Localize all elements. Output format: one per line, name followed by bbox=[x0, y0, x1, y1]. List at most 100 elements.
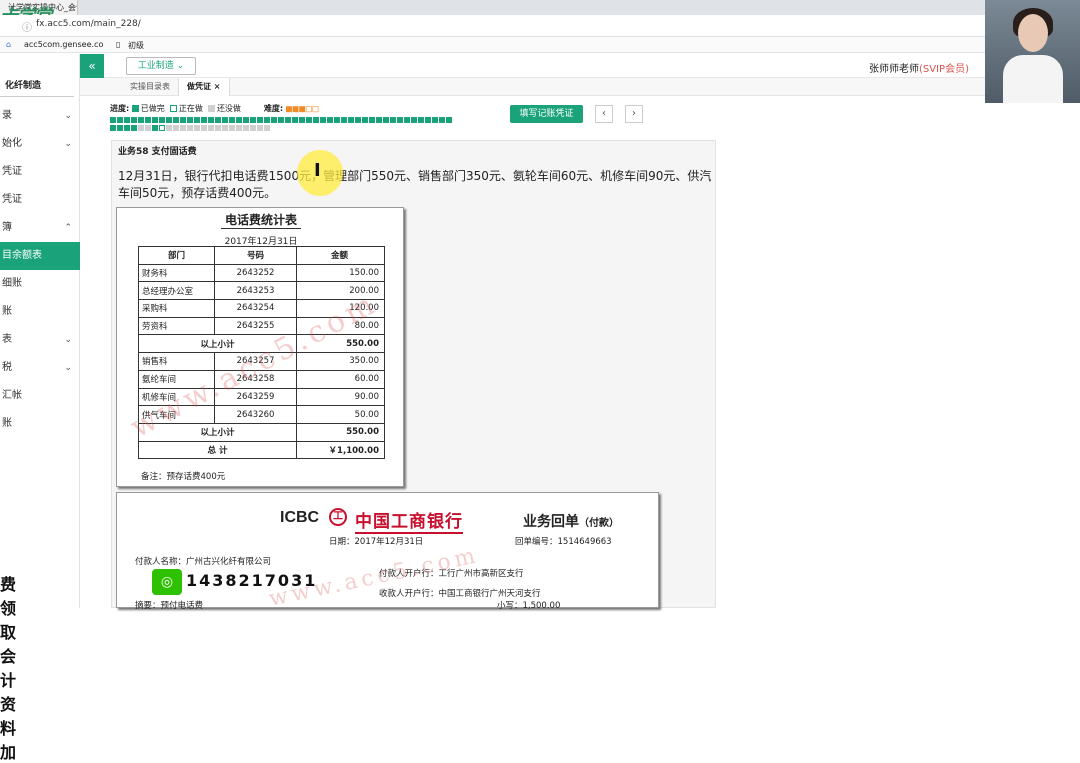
sidebar-item[interactable]: 凭证 bbox=[0, 186, 80, 214]
progress-cell[interactable] bbox=[208, 117, 214, 123]
progress-cell[interactable] bbox=[201, 117, 207, 123]
progress-cell[interactable] bbox=[243, 117, 249, 123]
progress-cell[interactable] bbox=[397, 117, 403, 123]
progress-cell[interactable] bbox=[117, 125, 123, 131]
progress-cell[interactable] bbox=[201, 125, 207, 131]
progress-cell[interactable] bbox=[355, 117, 361, 123]
progress-cell[interactable] bbox=[117, 117, 123, 123]
progress-cell[interactable] bbox=[145, 125, 151, 131]
progress-cell[interactable] bbox=[446, 117, 452, 123]
progress-cell[interactable] bbox=[152, 117, 158, 123]
progress-cell[interactable] bbox=[439, 117, 445, 123]
progress-cell[interactable] bbox=[215, 125, 221, 131]
progress-cell[interactable] bbox=[383, 117, 389, 123]
progress-cell[interactable] bbox=[404, 117, 410, 123]
progress-cell[interactable] bbox=[145, 117, 151, 123]
progress-cell[interactable] bbox=[306, 117, 312, 123]
progress-cell[interactable] bbox=[159, 125, 165, 131]
user-info[interactable]: 张师师老师(SVIP会员) bbox=[869, 60, 969, 75]
fill-voucher-button[interactable]: 填写记账凭证 bbox=[510, 105, 583, 123]
progress-cell[interactable] bbox=[320, 117, 326, 123]
progress-cell[interactable] bbox=[313, 117, 319, 123]
progress-cell[interactable] bbox=[299, 117, 305, 123]
progress-cell[interactable] bbox=[215, 117, 221, 123]
progress-cell[interactable] bbox=[362, 117, 368, 123]
progress-cell[interactable] bbox=[138, 125, 144, 131]
progress-cell[interactable] bbox=[180, 125, 186, 131]
progress-cell[interactable] bbox=[264, 125, 270, 131]
industry-select[interactable]: 工业制造 ⌄ bbox=[126, 57, 196, 75]
progress-cell[interactable] bbox=[369, 117, 375, 123]
progress-cell[interactable] bbox=[341, 117, 347, 123]
sidebar-item[interactable]: 细账 bbox=[0, 270, 80, 298]
sidebar-item[interactable]: 汇帐 bbox=[0, 382, 80, 410]
sidebar-item[interactable]: 始化 ⌄ bbox=[0, 130, 80, 158]
collapse-sidebar-button[interactable]: « bbox=[80, 54, 104, 78]
progress-cell[interactable] bbox=[166, 117, 172, 123]
progress-cell[interactable] bbox=[229, 125, 235, 131]
sidebar-item[interactable]: 簿 ⌃ bbox=[0, 214, 80, 242]
tab-practice-catalog[interactable]: 实操目录表 bbox=[122, 78, 178, 96]
progress-cell[interactable] bbox=[257, 125, 263, 131]
progress-cell[interactable] bbox=[425, 117, 431, 123]
progress-cell[interactable] bbox=[124, 117, 130, 123]
progress-cell[interactable] bbox=[250, 117, 256, 123]
progress-cell[interactable] bbox=[131, 117, 137, 123]
sidebar-item[interactable]: 账 bbox=[0, 298, 80, 326]
progress-cell[interactable] bbox=[250, 125, 256, 131]
progress-cell[interactable] bbox=[187, 117, 193, 123]
progress-cell[interactable] bbox=[411, 117, 417, 123]
progress-cell[interactable] bbox=[264, 117, 270, 123]
info-icon[interactable]: ⓘ bbox=[22, 19, 32, 34]
sidebar-item[interactable]: 表 ⌄ bbox=[0, 326, 80, 354]
home-icon[interactable]: ⌂ bbox=[6, 40, 11, 49]
progress-cell[interactable] bbox=[159, 117, 165, 123]
sidebar-item[interactable]: 账 bbox=[0, 410, 80, 438]
progress-cell[interactable] bbox=[418, 117, 424, 123]
progress-cell[interactable] bbox=[222, 117, 228, 123]
progress-cell[interactable] bbox=[285, 117, 291, 123]
progress-cell[interactable] bbox=[110, 117, 116, 123]
progress-cell[interactable] bbox=[138, 117, 144, 123]
progress-cell[interactable] bbox=[131, 125, 137, 131]
progress-cell[interactable] bbox=[236, 125, 242, 131]
tab-make-voucher[interactable]: 做凭证 × bbox=[178, 78, 230, 96]
progress-grid[interactable] bbox=[110, 117, 460, 133]
subtotal-amount: ￥1,100.00 bbox=[296, 440, 385, 460]
progress-cell[interactable] bbox=[152, 125, 158, 131]
progress-cell[interactable] bbox=[208, 125, 214, 131]
address-bar[interactable]: ⓘ fx.acc5.com/main_228/ bbox=[0, 15, 985, 37]
progress-cell[interactable] bbox=[180, 117, 186, 123]
progress-cell[interactable] bbox=[222, 125, 228, 131]
progress-cell[interactable] bbox=[243, 125, 249, 131]
progress-cell[interactable] bbox=[194, 125, 200, 131]
progress-cell[interactable] bbox=[334, 117, 340, 123]
sidebar-item[interactable]: 目余额表 bbox=[0, 242, 80, 270]
prev-button[interactable]: ‹ bbox=[595, 105, 613, 123]
progress-cell[interactable] bbox=[229, 117, 235, 123]
bookmark-item[interactable]: acc5com.gensee.co bbox=[24, 40, 103, 49]
bookmark-item[interactable]: 初级 bbox=[128, 40, 144, 51]
progress-cell[interactable] bbox=[236, 117, 242, 123]
progress-cell[interactable] bbox=[194, 117, 200, 123]
progress-cell[interactable] bbox=[173, 125, 179, 131]
progress-cell[interactable] bbox=[173, 117, 179, 123]
next-button[interactable]: › bbox=[625, 105, 643, 123]
progress-cell[interactable] bbox=[327, 117, 333, 123]
progress-cell[interactable] bbox=[187, 125, 193, 131]
progress-cell[interactable] bbox=[166, 125, 172, 131]
sidebar-item[interactable]: 录 ⌄ bbox=[0, 102, 80, 130]
progress-cell[interactable] bbox=[278, 117, 284, 123]
progress-cell[interactable] bbox=[124, 125, 130, 131]
progress-cell[interactable] bbox=[257, 117, 263, 123]
progress-cell[interactable] bbox=[271, 117, 277, 123]
progress-cell[interactable] bbox=[292, 117, 298, 123]
sidebar-item[interactable]: 税 ⌄ bbox=[0, 354, 80, 382]
sidebar-item[interactable]: 凭证 bbox=[0, 158, 80, 186]
progress-cell[interactable] bbox=[110, 125, 116, 131]
url-text[interactable]: fx.acc5.com/main_228/ bbox=[36, 19, 141, 29]
progress-cell[interactable] bbox=[432, 117, 438, 123]
progress-cell[interactable] bbox=[348, 117, 354, 123]
progress-cell[interactable] bbox=[390, 117, 396, 123]
progress-cell[interactable] bbox=[376, 117, 382, 123]
